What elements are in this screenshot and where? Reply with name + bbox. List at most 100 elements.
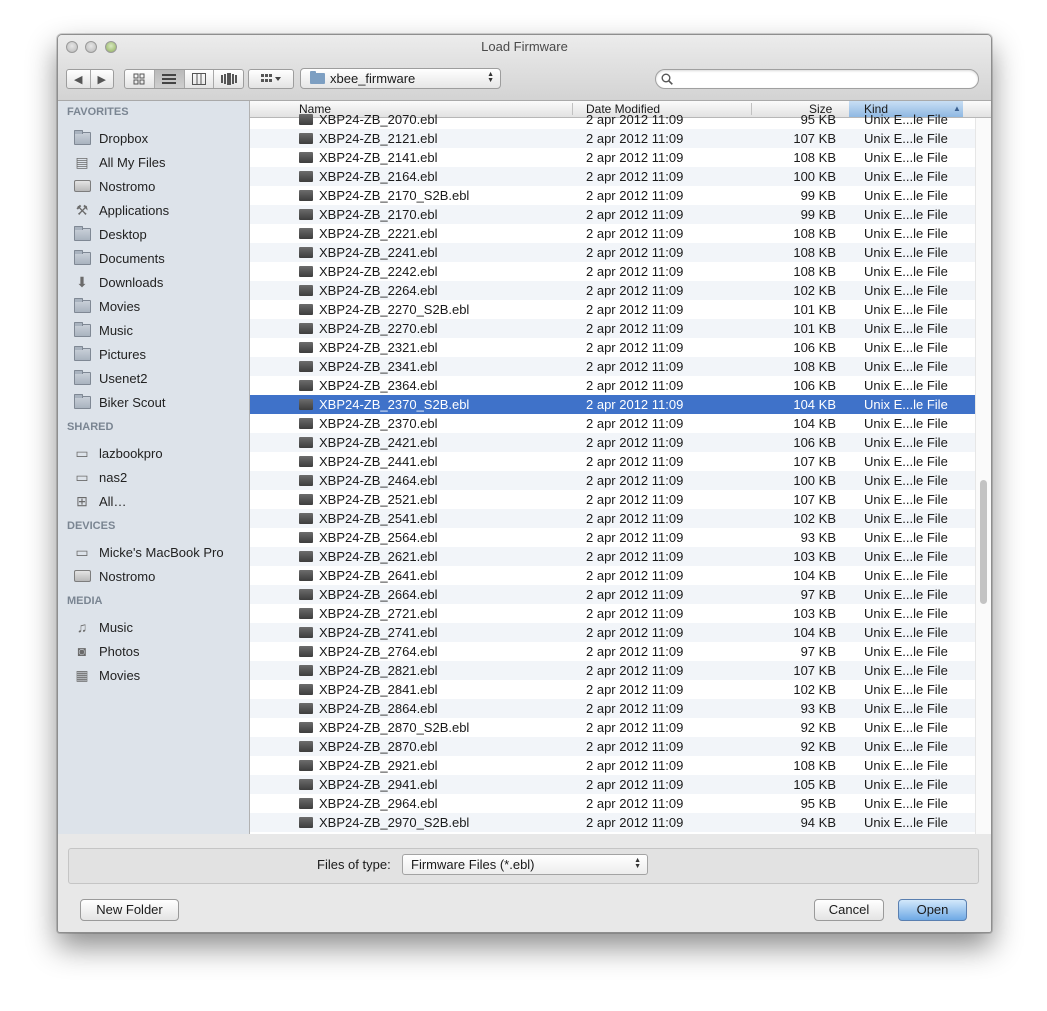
file-date-modified: 2 apr 2012 11:09 xyxy=(586,226,684,241)
table-row[interactable]: XBP24-ZB_2164.ebl 2 apr 2012 11:09 100 KB U… xyxy=(250,167,975,186)
table-row[interactable]: XBP24-ZB_2270.ebl 2 apr 2012 11:09 101 KB U… xyxy=(250,319,975,338)
table-row[interactable]: XBP24-ZB_2964.ebl 2 apr 2012 11:09 95 KB Un… xyxy=(250,794,975,813)
file-kind: Unix E...le File xyxy=(864,435,948,450)
back-button[interactable]: ◀ xyxy=(67,70,91,88)
file-kind: Unix E...le File xyxy=(864,606,948,621)
table-row[interactable]: XBP24-ZB_2621.ebl 2 apr 2012 11:09 103 KB U… xyxy=(250,547,975,566)
vertical-scrollbar[interactable] xyxy=(975,118,991,834)
table-row[interactable]: XBP24-ZB_2364.ebl 2 apr 2012 11:09 106 KB U… xyxy=(250,376,975,395)
drive-icon xyxy=(73,569,91,584)
table-row[interactable]: XBP24-ZB_2870_S2B.ebl 2 apr 2012 11:09 92 … xyxy=(250,718,975,737)
sidebar-item-nas2[interactable]: ▭ nas2 xyxy=(73,467,127,487)
table-row[interactable]: XBP24-ZB_2541.ebl 2 apr 2012 11:09 102 KB U… xyxy=(250,509,975,528)
sidebar-item-documents[interactable]: Documents xyxy=(73,248,165,268)
folder-location-popup[interactable]: xbee_firmware ▲ ▼ xyxy=(300,68,501,89)
new-folder-button[interactable]: New Folder xyxy=(80,899,179,921)
file-size: 93 KB xyxy=(800,530,836,545)
file-kind: Unix E...le File xyxy=(864,397,948,412)
cancel-button[interactable]: Cancel xyxy=(814,899,884,921)
table-row[interactable]: XBP24-ZB_2270_S2B.ebl 2 apr 2012 11:09 101… xyxy=(250,300,975,319)
table-row[interactable]: XBP24-ZB_2764.ebl 2 apr 2012 11:09 97 KB Un… xyxy=(250,642,975,661)
file-kind: Unix E...le File xyxy=(864,454,948,469)
table-row[interactable]: XBP24-ZB_2821.ebl 2 apr 2012 11:09 107 KB U… xyxy=(250,661,975,680)
sidebar-item-pictures[interactable]: Pictures xyxy=(73,344,146,364)
updown-arrows-icon: ▲ ▼ xyxy=(487,71,494,84)
file-icon xyxy=(299,570,313,581)
sidebar-item-all-my-files[interactable]: ▤ All My Files xyxy=(73,152,165,172)
file-size: 99 KB xyxy=(800,188,836,203)
table-row[interactable]: XBP24-ZB_2464.ebl 2 apr 2012 11:09 100 KB U… xyxy=(250,471,975,490)
table-row[interactable]: XBP24-ZB_2242.ebl 2 apr 2012 11:09 108 KB U… xyxy=(250,262,975,281)
table-row[interactable]: XBP24-ZB_2970_S2B.ebl 2 apr 2012 11:09 94 … xyxy=(250,813,975,832)
table-row[interactable]: XBP24-ZB_2721.ebl 2 apr 2012 11:09 103 KB U… xyxy=(250,604,975,623)
file-kind: Unix E...le File xyxy=(864,815,948,830)
file-date-modified: 2 apr 2012 11:09 xyxy=(586,720,684,735)
table-row[interactable]: XBP24-ZB_2521.ebl 2 apr 2012 11:09 107 KB U… xyxy=(250,490,975,509)
icon-view-button[interactable] xyxy=(125,70,155,88)
table-row[interactable]: XBP24-ZB_2341.ebl 2 apr 2012 11:09 108 KB U… xyxy=(250,357,975,376)
table-row[interactable]: XBP24-ZB_2370.ebl 2 apr 2012 11:09 104 KB U… xyxy=(250,414,975,433)
list-view-button[interactable] xyxy=(154,70,185,88)
sidebar-item-music[interactable]: ♫ Music xyxy=(73,617,133,637)
table-row[interactable]: XBP24-ZB_2264.ebl 2 apr 2012 11:09 102 KB U… xyxy=(250,281,975,300)
file-name: XBP24-ZB_2564.ebl xyxy=(319,530,438,545)
table-row[interactable]: XBP24-ZB_2921.ebl 2 apr 2012 11:09 108 KB U… xyxy=(250,756,975,775)
sidebar-item-movies[interactable]: Movies xyxy=(73,296,140,316)
coverflow-view-button[interactable] xyxy=(214,70,243,88)
sidebar-item-desktop[interactable]: Desktop xyxy=(73,224,147,244)
sidebar-item-movies[interactable]: ▦ Movies xyxy=(73,665,140,685)
sidebar-item-nostromo[interactable]: Nostromo xyxy=(73,566,155,586)
load-firmware-dialog: Load Firmware ◀ ▶ xbee_firmware ▲ ▼ FAVO… xyxy=(57,34,992,933)
table-row[interactable]: XBP24-ZB_2121.ebl 2 apr 2012 11:09 107 KB U… xyxy=(250,129,975,148)
file-type-select[interactable]: Firmware Files (*.ebl) ▲ ▼ xyxy=(402,854,648,875)
table-row[interactable]: XBP24-ZB_2870.ebl 2 apr 2012 11:09 92 KB Un… xyxy=(250,737,975,756)
search-field[interactable] xyxy=(655,69,979,89)
arrange-button[interactable] xyxy=(248,69,294,89)
scrollbar-thumb[interactable] xyxy=(980,480,987,604)
table-row[interactable]: XBP24-ZB_2864.ebl 2 apr 2012 11:09 93 KB Un… xyxy=(250,699,975,718)
sidebar-item-lazbookpro[interactable]: ▭ lazbookpro xyxy=(73,443,162,463)
sidebar-item-micke-s-macbook-pro[interactable]: ▭ Micke's MacBook Pro xyxy=(73,542,223,562)
sidebar-item-music[interactable]: Music xyxy=(73,320,133,340)
table-row[interactable]: XBP24-ZB_2170_S2B.ebl 2 apr 2012 11:09 99 … xyxy=(250,186,975,205)
files-of-type-label: Files of type: xyxy=(317,857,391,872)
sidebar-item-usenet2[interactable]: Usenet2 xyxy=(73,368,147,388)
table-row[interactable]: XBP24-ZB_2564.ebl 2 apr 2012 11:09 93 KB Un… xyxy=(250,528,975,547)
table-row[interactable]: XBP24-ZB_2170.ebl 2 apr 2012 11:09 99 KB Un… xyxy=(250,205,975,224)
list-view-icon xyxy=(162,74,177,84)
table-row[interactable]: XBP24-ZB_2421.ebl 2 apr 2012 11:09 106 KB U… xyxy=(250,433,975,452)
table-row[interactable]: XBP24-ZB_2641.ebl 2 apr 2012 11:09 104 KB U… xyxy=(250,566,975,585)
table-row[interactable]: XBP24-ZB_2741.ebl 2 apr 2012 11:09 104 KB U… xyxy=(250,623,975,642)
sidebar-item-dropbox[interactable]: Dropbox xyxy=(73,128,148,148)
table-row[interactable]: XBP24-ZB_2841.ebl 2 apr 2012 11:09 102 KB U… xyxy=(250,680,975,699)
table-row[interactable]: XBP24-ZB_2321.ebl 2 apr 2012 11:09 106 KB U… xyxy=(250,338,975,357)
sidebar-item-biker-scout[interactable]: Biker Scout xyxy=(73,392,165,412)
folder-icon xyxy=(73,129,91,146)
file-date-modified: 2 apr 2012 11:09 xyxy=(586,264,684,279)
file-icon xyxy=(299,608,313,619)
table-row[interactable]: XBP24-ZB_2241.ebl 2 apr 2012 11:09 108 KB U… xyxy=(250,243,975,262)
forward-button[interactable]: ▶ xyxy=(91,70,114,88)
sidebar-item-nostromo[interactable]: Nostromo xyxy=(73,176,155,196)
file-date-modified: 2 apr 2012 11:09 xyxy=(586,492,684,507)
open-button[interactable]: Open xyxy=(898,899,967,921)
table-row[interactable]: XBP24-ZB_2441.ebl 2 apr 2012 11:09 107 KB U… xyxy=(250,452,975,471)
file-icon xyxy=(299,418,313,429)
column-view-button[interactable] xyxy=(185,70,215,88)
sidebar-item-photos[interactable]: ◙ Photos xyxy=(73,641,140,661)
table-row[interactable]: XBP24-ZB_2070.ebl 2 apr 2012 11:09 95 KB Un… xyxy=(250,110,975,129)
sidebar-item-downloads[interactable]: ⬇ Downloads xyxy=(73,272,163,292)
table-row[interactable]: XBP24-ZB_2941.ebl 2 apr 2012 11:09 105 KB U… xyxy=(250,775,975,794)
coverflow-view-icon xyxy=(220,73,237,85)
table-row-selected[interactable]: XBP24-ZB_2370_S2B.ebl 2 apr 2012 11:09 104… xyxy=(250,395,975,414)
table-row[interactable]: XBP24-ZB_2141.ebl 2 apr 2012 11:09 108 KB U… xyxy=(250,148,975,167)
file-icon xyxy=(299,627,313,638)
sidebar-item-applications[interactable]: ⚒ Applications xyxy=(73,200,169,220)
file-name: XBP24-ZB_2321.ebl xyxy=(319,340,438,355)
folder-icon xyxy=(73,249,91,266)
sidebar-item-all[interactable]: ⊞ All… xyxy=(73,491,126,511)
file-name: XBP24-ZB_2964.ebl xyxy=(319,796,438,811)
table-row[interactable]: XBP24-ZB_2664.ebl 2 apr 2012 11:09 97 KB Un… xyxy=(250,585,975,604)
file-icon xyxy=(299,741,313,752)
table-row[interactable]: XBP24-ZB_2221.ebl 2 apr 2012 11:09 108 KB U… xyxy=(250,224,975,243)
